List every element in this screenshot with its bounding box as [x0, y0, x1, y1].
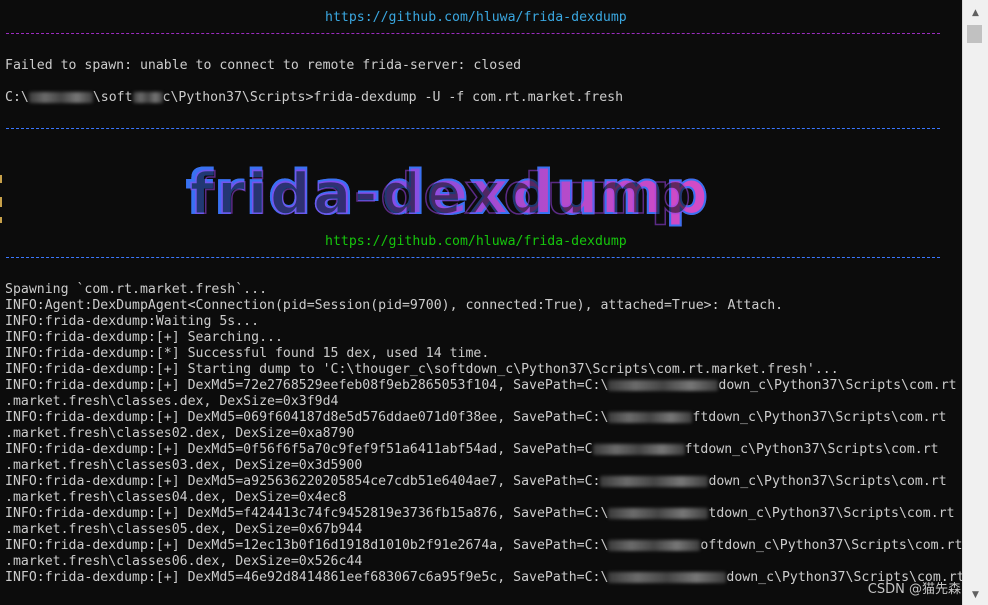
log-line: Spawning `com.rt.market.fresh`... — [5, 282, 268, 297]
dex-entry-continuation: .market.fresh\classes04.dex, DexSize=0x4… — [5, 490, 347, 505]
dex-entry-prefix: INFO:frida-dexdump:[+] DexMd5=0f56f6f5a7… — [5, 442, 593, 457]
dex-entry-prefix: INFO:frida-dexdump:[+] DexMd5=46e92d8414… — [5, 570, 609, 585]
dex-entry-tail: ftdown_c\Python37\Scripts\com.rt — [692, 410, 947, 425]
dex-entry-prefix: INFO:frida-dexdump:[+] DexMd5=72e2768529… — [5, 378, 609, 393]
redacted-path — [608, 571, 727, 583]
vertical-scrollbar[interactable]: ▲ ▼ — [962, 0, 988, 605]
log-line: INFO:Agent:DexDumpAgent<Connection(pid=S… — [5, 298, 784, 313]
log-line: INFO:frida-dexdump:[*] Successful found … — [5, 346, 490, 361]
log-line: INFO:frida-dexdump:[+] Starting dump to … — [5, 362, 839, 377]
dex-entry-prefix: INFO:frida-dexdump:[+] DexMd5=f424413c74… — [5, 506, 609, 521]
csdn-watermark: CSDN @猫先森 — [867, 582, 961, 597]
dex-entry-prefix: INFO:frida-dexdump:[+] DexMd5=12ec13b0f1… — [5, 538, 609, 553]
scrollbar-thumb[interactable] — [967, 25, 982, 43]
redacted-path — [600, 475, 709, 487]
dex-entry-line: INFO:frida-dexdump:[+] DexMd5=0f56f6f5a7… — [5, 442, 939, 458]
dex-entry-tail: down_c\Python37\Scripts\com.rt — [718, 378, 957, 393]
redacted-path — [608, 379, 719, 391]
dex-entry-continuation: .market.fresh\classes02.dex, DexSize=0xa… — [5, 426, 355, 441]
chevron-up-icon[interactable]: ▲ — [963, 4, 988, 21]
divider-blue-2 — [6, 257, 940, 258]
dex-entry-line: INFO:frida-dexdump:[+] DexMd5=12ec13b0f1… — [5, 538, 962, 554]
redacted-path — [608, 507, 709, 519]
dex-entry-prefix: INFO:frida-dexdump:[+] DexMd5=069f604187… — [5, 410, 609, 425]
dex-entry-continuation: .market.fresh\classes.dex, DexSize=0x3f9… — [5, 394, 339, 409]
divider-top — [6, 33, 940, 34]
log-line: INFO:frida-dexdump:[+] Searching... — [5, 330, 283, 345]
chevron-down-icon[interactable]: ▼ — [963, 586, 988, 603]
divider-blue-1 — [6, 128, 940, 129]
spawn-error-line: Failed to spawn: unable to connect to re… — [5, 58, 522, 73]
dex-entry-prefix: INFO:frida-dexdump:[+] DexMd5=a925636220… — [5, 474, 601, 489]
prompt-mid: \soft — [92, 90, 133, 105]
command-prompt-line: C:\ \soft c\Python37\Scripts>frida-dexdump… — [5, 90, 623, 106]
github-url-top: https://github.com/hluwa/frida-dexdump — [325, 10, 627, 25]
dex-entry-tail: tdown_c\Python37\Scripts\com.rt — [708, 506, 955, 521]
dex-entry-line: INFO:frida-dexdump:[+] DexMd5=46e92d8414… — [5, 570, 963, 586]
dex-entry-continuation: .market.fresh\classes05.dex, DexSize=0x6… — [5, 522, 363, 537]
terminal-window[interactable]: https://github.com/hluwa/frida-dexdump F… — [0, 0, 963, 605]
prompt-command: c\Python37\Scripts>frida-dexdump -U -f c… — [162, 90, 624, 105]
redacted-path — [608, 539, 701, 551]
github-url-bottom: https://github.com/hluwa/frida-dexdump — [325, 234, 627, 249]
log-line: INFO:frida-dexdump:Waiting 5s... — [5, 314, 260, 329]
dex-entry-tail: oftdown_c\Python37\Scripts\com.rt — [700, 538, 963, 553]
dex-entry-continuation: .market.fresh\classes03.dex, DexSize=0x3… — [5, 458, 363, 473]
redacted-path — [592, 443, 685, 455]
redacted-path — [608, 411, 693, 423]
left-edge-marks — [0, 175, 3, 235]
dex-entry-line: INFO:frida-dexdump:[+] DexMd5=72e2768529… — [5, 378, 957, 394]
ascii-banner: frida-dexdump frida-dexdump frida-dexdum… — [185, 150, 766, 234]
dex-entry-line: INFO:frida-dexdump:[+] DexMd5=069f604187… — [5, 410, 946, 426]
redacted-path — [132, 91, 163, 103]
dex-entry-line: INFO:frida-dexdump:[+] DexMd5=a925636220… — [5, 474, 947, 490]
prompt-prefix: C:\ — [5, 90, 29, 105]
dex-entry-line: INFO:frida-dexdump:[+] DexMd5=f424413c74… — [5, 506, 955, 522]
banner-outline: frida-dexdump — [189, 161, 694, 228]
dex-entry-tail: ftdown_c\Python37\Scripts\com.rt — [684, 442, 939, 457]
dex-entry-tail: down_c\Python37\Scripts\com.rt — [708, 474, 947, 489]
redacted-path — [28, 91, 93, 103]
dex-entry-continuation: .market.fresh\classes06.dex, DexSize=0x5… — [5, 554, 363, 569]
